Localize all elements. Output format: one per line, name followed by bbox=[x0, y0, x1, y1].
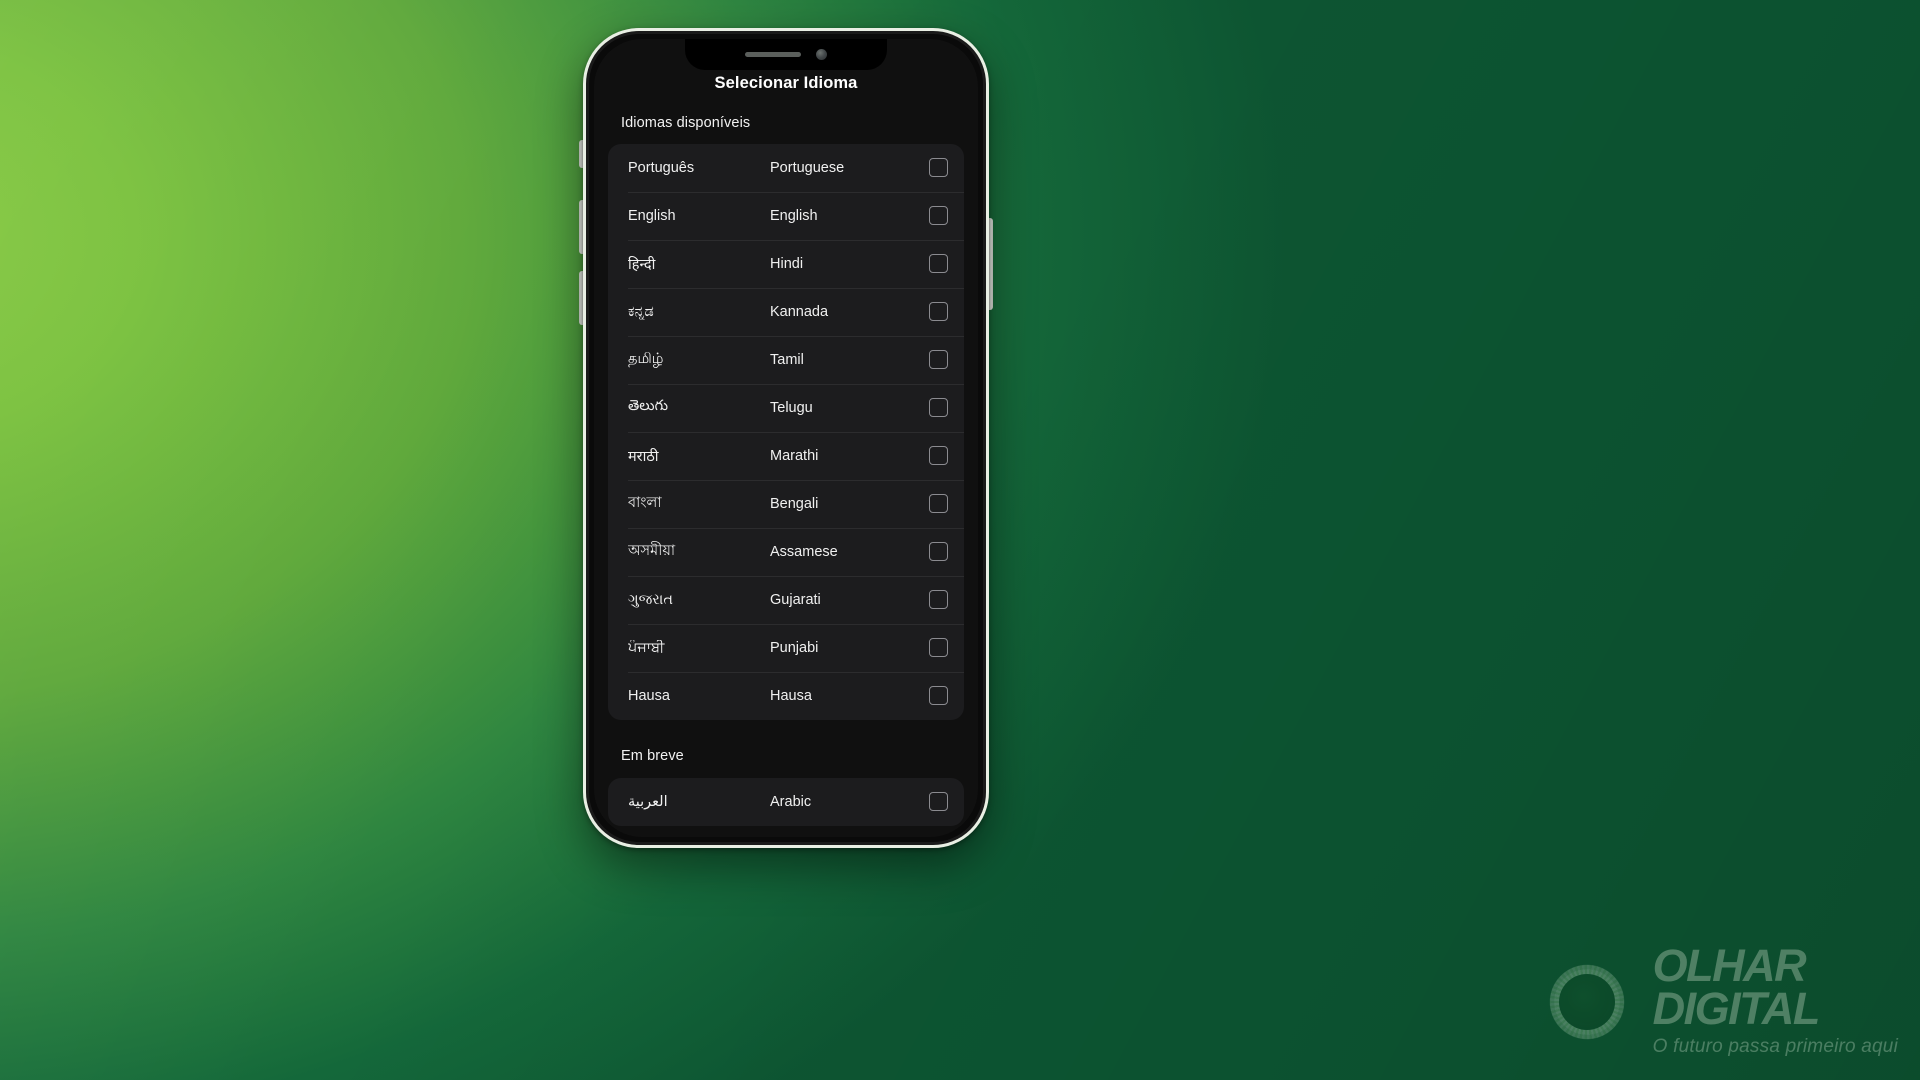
language-native-name: मराठी bbox=[628, 448, 659, 465]
language-checkbox[interactable] bbox=[929, 158, 948, 177]
language-native-name: தமிழ் bbox=[628, 350, 664, 367]
language-checkbox[interactable] bbox=[929, 350, 948, 369]
language-checkbox[interactable] bbox=[929, 398, 948, 417]
phone-body: Selecionar Idioma Idiomas disponíveis Po… bbox=[583, 28, 989, 848]
language-list-scroll-area[interactable]: Idiomas disponíveis Português Portuguese E… bbox=[594, 92, 978, 838]
language-row[interactable]: ಕನ್ನಡ Kannada bbox=[608, 287, 964, 336]
section-header-available: Idiomas disponíveis bbox=[621, 114, 751, 131]
language-english-name: Telugu bbox=[770, 399, 813, 416]
language-checkbox[interactable] bbox=[929, 446, 948, 465]
language-english-name: Bengali bbox=[770, 495, 819, 512]
language-english-name: Portuguese bbox=[770, 159, 845, 176]
language-row[interactable]: తెలుగు Telugu bbox=[608, 383, 964, 432]
language-row[interactable]: Português Portuguese bbox=[608, 144, 964, 192]
language-row[interactable]: Hausa Hausa bbox=[608, 671, 964, 720]
language-native-name: Português bbox=[628, 159, 695, 176]
language-native-name: हिन्दी bbox=[628, 256, 656, 273]
language-row[interactable]: العربية Arabic bbox=[608, 778, 964, 826]
soon-languages-card: العربية Arabic bbox=[608, 777, 964, 826]
language-checkbox[interactable] bbox=[929, 638, 948, 657]
language-checkbox[interactable] bbox=[929, 590, 948, 609]
language-selection-app: Selecionar Idioma Idiomas disponíveis Po… bbox=[594, 39, 978, 837]
phone-mockup: Selecionar Idioma Idiomas disponíveis Po… bbox=[579, 28, 993, 848]
language-english-name: Marathi bbox=[770, 447, 819, 464]
front-camera-icon bbox=[816, 49, 827, 60]
language-checkbox[interactable] bbox=[929, 686, 948, 705]
language-row[interactable]: हिन्दी Hindi bbox=[608, 239, 964, 288]
language-native-name: বাংলা bbox=[628, 494, 662, 511]
language-checkbox[interactable] bbox=[929, 792, 948, 811]
language-checkbox[interactable] bbox=[929, 494, 948, 513]
language-native-name: తెలుగు bbox=[628, 397, 669, 414]
language-english-name: Arabic bbox=[770, 793, 812, 810]
language-english-name: Assamese bbox=[770, 543, 838, 560]
language-english-name: English bbox=[770, 207, 818, 224]
language-native-name: English bbox=[628, 207, 676, 224]
language-english-name: Hindi bbox=[770, 255, 804, 272]
language-row[interactable]: தமிழ் Tamil bbox=[608, 335, 964, 384]
language-row[interactable]: অসমীয়া Assamese bbox=[608, 527, 964, 576]
language-checkbox[interactable] bbox=[929, 206, 948, 225]
language-native-name: Hausa bbox=[628, 687, 670, 704]
available-languages-card: Português Portuguese English English हिन्दी H… bbox=[608, 143, 964, 720]
language-row[interactable]: ਪੰਜਾਬੀ Punjabi bbox=[608, 623, 964, 672]
phone-notch bbox=[685, 39, 887, 70]
language-native-name: ગુજરાત bbox=[628, 591, 673, 608]
language-checkbox[interactable] bbox=[929, 542, 948, 561]
language-checkbox[interactable] bbox=[929, 302, 948, 321]
language-english-name: Hausa bbox=[770, 687, 812, 704]
language-row[interactable]: বাংলা Bengali bbox=[608, 479, 964, 528]
language-native-name: العربية bbox=[628, 793, 668, 810]
language-native-name: ಕನ್ನಡ bbox=[628, 303, 654, 320]
language-native-name: অসমীয়া bbox=[628, 542, 676, 559]
language-english-name: Kannada bbox=[770, 303, 829, 320]
language-english-name: Punjabi bbox=[770, 639, 819, 656]
language-row[interactable]: ગુજરાત Gujarati bbox=[608, 575, 964, 624]
language-native-name: ਪੰਜਾਬੀ bbox=[628, 639, 665, 656]
language-row[interactable]: English English bbox=[608, 191, 964, 240]
speaker-grille-icon bbox=[745, 52, 801, 57]
phone-screen: Selecionar Idioma Idiomas disponíveis Po… bbox=[594, 39, 978, 837]
language-english-name: Tamil bbox=[770, 351, 804, 368]
section-header-soon: Em breve bbox=[621, 747, 684, 764]
language-english-name: Gujarati bbox=[770, 591, 821, 608]
page-title: Selecionar Idioma bbox=[714, 74, 858, 92]
language-checkbox[interactable] bbox=[929, 254, 948, 273]
language-row[interactable]: मराठी Marathi bbox=[608, 431, 964, 480]
